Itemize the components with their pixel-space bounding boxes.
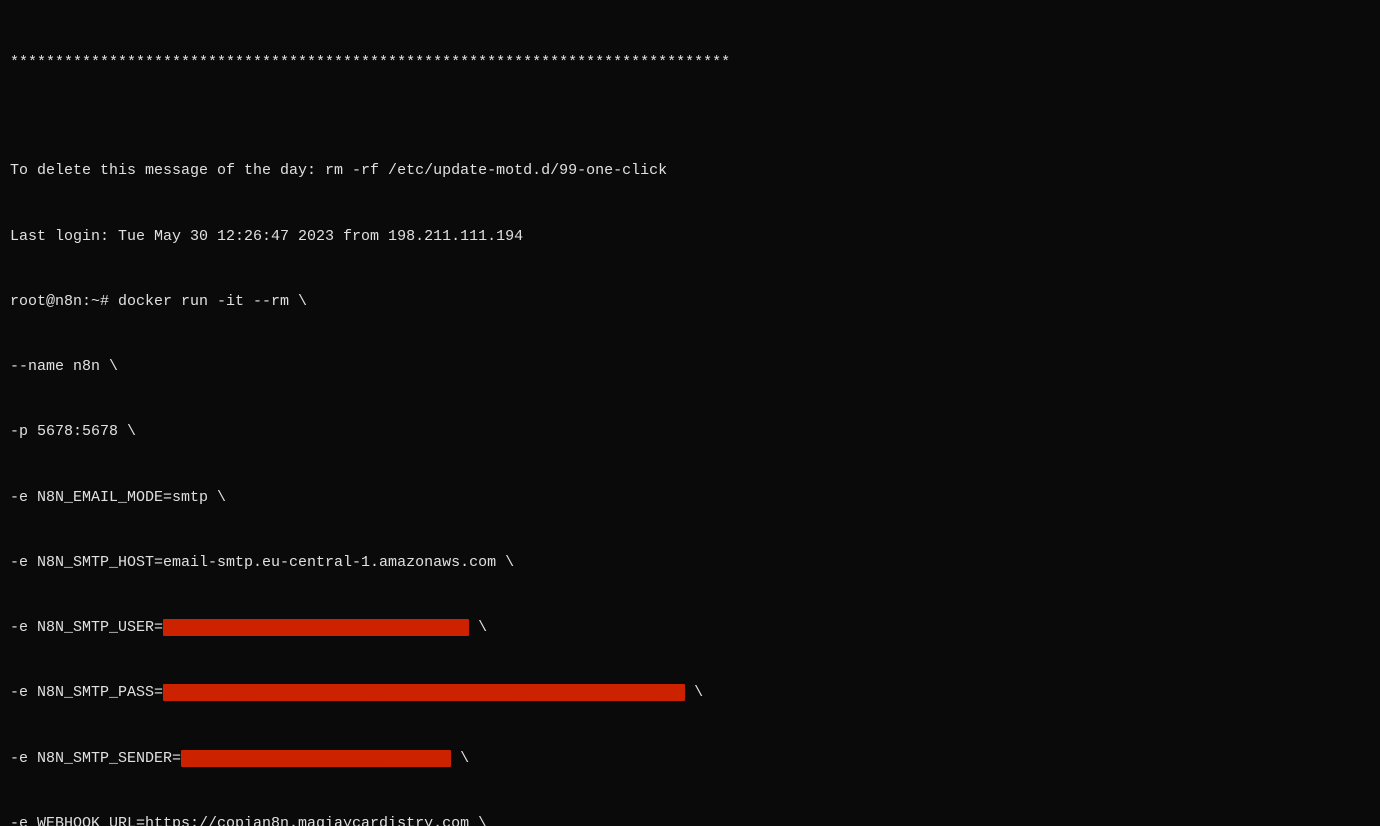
email-mode-line: -e N8N_EMAIL_MODE=smtp \ <box>10 487 1370 509</box>
port-flag-line: -p 5678:5678 \ <box>10 421 1370 443</box>
smtp-host-line: -e N8N_SMTP_HOST=email-smtp.eu-central-1… <box>10 552 1370 574</box>
terminal-window[interactable]: ****************************************… <box>0 0 1380 826</box>
smtp-user-line: -e N8N_SMTP_USER=XXXXXXXXXXXXXXXXXXXXXXX… <box>10 617 1370 639</box>
smtp-pass-redacted: XXXXXXXXXXXXXXXXXXXXXXXXXXXXXXXXXXXXXXXX… <box>163 684 685 701</box>
smtp-sender-line: -e N8N_SMTP_SENDER=XXXXXXXXXXXXXXXXXXXXX… <box>10 748 1370 770</box>
last-login-line: Last login: Tue May 30 12:26:47 2023 fro… <box>10 226 1370 248</box>
stars-line: ****************************************… <box>10 52 1370 74</box>
motd-line: To delete this message of the day: rm -r… <box>10 160 1370 182</box>
smtp-user-redacted: XXXXXXXXXXXXXXXXXXXXXXXXXXXXXXXXXX <box>163 619 469 636</box>
smtp-pass-line: -e N8N_SMTP_PASS=XXXXXXXXXXXXXXXXXXXXXXX… <box>10 682 1370 704</box>
webhook-line: -e WEBHOOK_URL=https://copian8n.magiayca… <box>10 813 1370 826</box>
command-line-1: root@n8n:~# docker run -it --rm \ <box>10 291 1370 313</box>
name-flag-line: --name n8n \ <box>10 356 1370 378</box>
smtp-sender-redacted: XXXXXXXXXXXXXXXXXXXXXXXXXXXXXX <box>181 750 451 767</box>
